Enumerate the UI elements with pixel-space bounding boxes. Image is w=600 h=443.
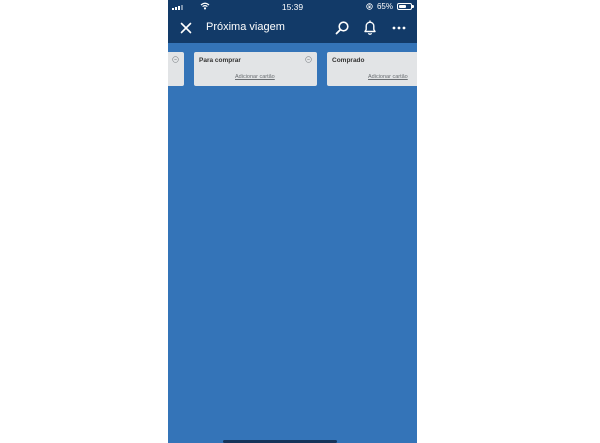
battery-percent: 65% <box>376 2 393 11</box>
list-para-comprar[interactable]: Para comprar Adicionar cartão <box>194 52 317 86</box>
add-card-link[interactable]: Adicionar cartão <box>368 74 408 80</box>
app-bar: Próxima viagem <box>168 13 417 43</box>
orientation-lock-icon <box>366 3 373 10</box>
status-right: 65% <box>366 2 414 11</box>
list-title: Para comprar <box>199 57 241 64</box>
more-icon[interactable] <box>391 20 407 36</box>
phone-screen: 15:39 65% Próxima viagem Para comprar Ad… <box>168 0 417 443</box>
list-comprado[interactable]: Comprado Adicionar cartão <box>327 52 417 86</box>
add-card-link[interactable]: Adicionar cartão <box>235 74 275 80</box>
list-partial-previous[interactable] <box>168 52 184 86</box>
list-menu-icon[interactable] <box>172 56 179 63</box>
close-icon[interactable] <box>178 20 194 36</box>
list-title: Comprado <box>332 57 365 64</box>
battery-icon <box>397 3 414 10</box>
status-bar: 15:39 65% <box>168 0 417 13</box>
search-icon[interactable] <box>334 20 350 36</box>
list-menu-icon[interactable] <box>305 56 312 63</box>
bell-icon[interactable] <box>362 19 378 36</box>
board-title: Próxima viagem <box>206 21 285 33</box>
